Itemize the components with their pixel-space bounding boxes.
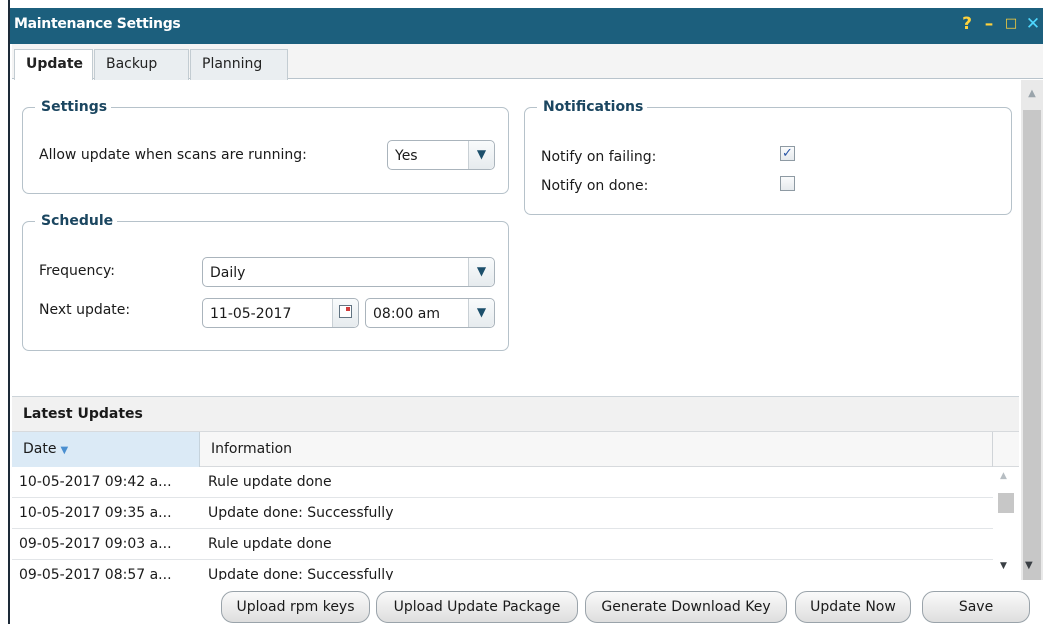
allow-update-select[interactable]: Yes ▼ [387,140,495,170]
updates-table-body: 10-05-2017 09:42 a... Rule update done 1… [12,467,993,581]
chevron-down-icon: ▼ [468,141,494,169]
table-row[interactable]: 09-05-2017 09:03 a... Rule update done [12,529,993,560]
next-update-time-value: 08:00 am [373,306,441,322]
date-column-header[interactable]: Date ▼ [12,432,200,467]
update-tab-content: Settings Allow update when scans are run… [12,80,1019,396]
help-icon[interactable]: ? [959,13,975,35]
window-title: Maintenance Settings [14,16,181,32]
calendar-icon [339,305,352,318]
next-update-time-select[interactable]: 08:00 am ▼ [365,298,495,328]
table-row[interactable]: 09-05-2017 08:57 a... Update done: Succe… [12,560,993,581]
row-date: 10-05-2017 09:35 a... [19,505,172,521]
settings-group: Settings Allow update when scans are run… [22,97,509,194]
frequency-label: Frequency: [39,263,116,279]
information-column-header[interactable]: Information [200,432,993,467]
tab-backup[interactable]: Backup [94,49,189,80]
row-date: 09-05-2017 09:03 a... [19,536,172,552]
scroll-down-icon[interactable]: ▼ [1000,561,1007,571]
row-date: 09-05-2017 08:57 a... [19,567,172,581]
notifications-legend: Notifications [537,97,648,117]
latest-updates-title: Latest Updates [12,397,1019,431]
latest-updates-panel: Latest Updates Date ▼ Information 10-05-2… [12,396,1019,581]
allow-update-value: Yes [395,148,418,164]
window-left-edge [0,0,10,624]
next-update-date-field[interactable]: 11-05-2017 [202,298,359,328]
row-info: Rule update done [208,474,332,490]
chevron-down-icon: ▼ [468,299,494,327]
upload-update-package-button[interactable]: Upload Update Package [376,591,578,623]
footer-toolbar: Upload rpm keys Upload Update Package Ge… [12,580,1043,624]
notify-failing-checkbox[interactable]: ✓ [780,146,795,161]
scroll-down-icon[interactable]: ▼ [1025,560,1033,571]
close-icon[interactable]: ✕ [1025,13,1041,35]
window-controls: ? – □ ✕ [959,13,1041,35]
minimize-icon[interactable]: – [981,13,997,35]
chevron-down-icon: ▼ [468,258,494,286]
table-row[interactable]: 10-05-2017 09:35 a... Update done: Succe… [12,498,993,529]
next-update-label: Next update: [39,302,131,318]
scroll-up-icon[interactable]: ▲ [1021,88,1043,104]
row-info: Rule update done [208,536,332,552]
frequency-select[interactable]: Daily ▼ [202,257,495,287]
save-button[interactable]: Save [922,591,1030,623]
content-scrollbar[interactable]: ▲ [1021,80,1043,610]
date-column-label: Date [23,441,57,457]
update-now-button[interactable]: Update Now [795,591,911,623]
row-info: Update done: Successfully [208,567,394,581]
calendar-button[interactable] [332,299,358,327]
allow-update-label: Allow update when scans are running: [39,147,307,163]
schedule-legend: Schedule [35,211,118,231]
tab-bar: Update Backup Planning [12,44,1043,80]
table-scrollbar[interactable]: ▲ ▼ [997,467,1015,581]
upload-rpm-keys-button[interactable]: Upload rpm keys [221,591,370,623]
maintenance-settings-window: Maintenance Settings ? – □ ✕ Update Back… [0,0,1043,624]
scrollbar-thumb[interactable] [1023,110,1041,600]
table-row[interactable]: 10-05-2017 09:42 a... Rule update done [12,467,993,498]
table-scrollbar-thumb[interactable] [998,493,1014,513]
tab-update[interactable]: Update [14,49,93,80]
notify-failing-label: Notify on failing: [541,149,657,165]
row-info: Update done: Successfully [208,505,394,521]
title-bar: Maintenance Settings ? – □ ✕ [10,8,1043,44]
tab-planning[interactable]: Planning [190,49,288,80]
notifications-group: Notifications Notify on failing: ✓ Notif… [524,97,1012,215]
maximize-icon[interactable]: □ [1003,13,1019,35]
notify-done-label: Notify on done: [541,178,649,194]
scroll-up-icon[interactable]: ▲ [1000,471,1007,481]
updates-table-header: Date ▼ Information [12,431,1019,467]
sort-descending-icon: ▼ [60,445,69,456]
schedule-group: Schedule Frequency: Daily ▼ Next update:… [22,211,509,351]
next-update-date-value: 11-05-2017 [210,306,292,322]
frequency-value: Daily [210,265,246,281]
notify-done-checkbox[interactable] [780,176,795,191]
row-date: 10-05-2017 09:42 a... [19,474,172,490]
generate-download-key-button[interactable]: Generate Download Key [585,591,787,623]
settings-legend: Settings [35,97,112,117]
